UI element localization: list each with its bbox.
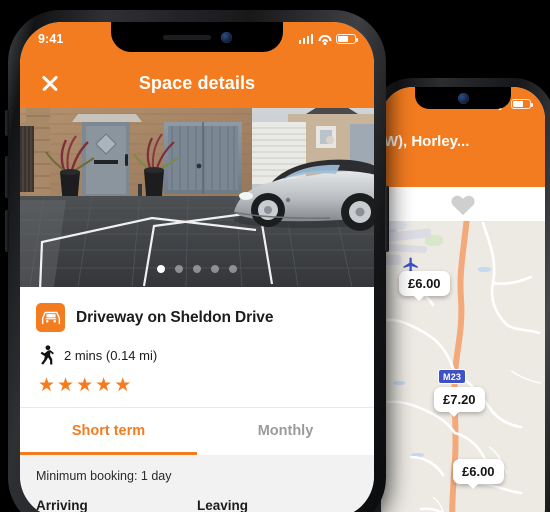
volume-down-button[interactable] — [5, 210, 9, 252]
phone-device-left: 9:41 Space details Driveway on Sheldon D… — [5, 10, 389, 512]
tab-short-term[interactable]: Short term — [20, 408, 197, 455]
wifi-icon — [318, 34, 331, 45]
carousel-dot[interactable] — [157, 265, 165, 273]
walking-person-icon — [40, 345, 54, 365]
carousel-dot[interactable] — [193, 265, 201, 273]
driveway-car-icon — [36, 303, 65, 332]
space-info-card: Driveway on Sheldon Drive 2 mins (0.14 m… — [20, 287, 374, 407]
space-title-row: Driveway on Sheldon Drive — [36, 303, 358, 332]
rating-stars: ★ ★ ★ ★ ★ — [36, 376, 358, 395]
notch-left — [111, 22, 283, 52]
carousel-dot[interactable] — [229, 265, 237, 273]
phone-left-screen: 9:41 Space details Driveway on Sheldon D… — [20, 22, 374, 512]
mute-switch[interactable] — [5, 110, 9, 136]
right-header-title: LGW), Horley... — [381, 133, 470, 150]
status-bar-time: 9:41 — [38, 32, 64, 46]
motorway-badge: M23 — [438, 369, 467, 384]
battery-icon — [511, 99, 534, 109]
earpiece-speaker — [162, 34, 211, 40]
walk-distance-row: 2 mins (0.14 mi) — [36, 345, 358, 365]
power-button[interactable] — [385, 186, 389, 252]
front-camera-icon — [220, 31, 232, 43]
star-icon: ★ — [95, 375, 113, 396]
space-title: Driveway on Sheldon Drive — [76, 308, 274, 326]
page-title: Space details — [138, 73, 256, 93]
battery-icon — [336, 34, 359, 44]
price-pin[interactable]: £6.00 — [399, 271, 450, 301]
arriving-label: Arriving — [36, 498, 88, 512]
booking-type-tabs: Short term Monthly — [20, 407, 374, 455]
booking-column-headers: Arriving Leaving — [36, 498, 358, 512]
right-app-content: LGW), Horley... :00 — [381, 87, 545, 512]
star-icon: ★ — [76, 375, 94, 396]
favourite-bar — [381, 187, 545, 221]
heart-icon[interactable] — [450, 193, 476, 216]
space-photo-carousel[interactable] — [20, 108, 374, 287]
booking-panel: Minimum booking: 1 day Arriving Leaving — [20, 455, 374, 512]
driveway-photo — [20, 108, 374, 287]
walk-distance-text: 2 mins (0.14 mi) — [64, 347, 158, 363]
carousel-dot[interactable] — [211, 265, 219, 273]
signal-bars-icon — [298, 34, 313, 44]
price-pin[interactable]: £6.00 — [453, 459, 504, 489]
map-view[interactable]: M23 £6.00 £7.20 £6.00 — [381, 221, 545, 512]
leaving-label: Leaving — [197, 498, 249, 512]
tab-monthly[interactable]: Monthly — [197, 408, 374, 455]
screenshot-stage: LGW), Horley... :00 — [0, 0, 550, 512]
price-pin[interactable]: £7.20 — [434, 387, 485, 417]
star-icon: ★ — [114, 375, 132, 396]
front-camera-icon — [457, 92, 469, 104]
carousel-dots[interactable] — [157, 265, 237, 273]
star-icon: ★ — [38, 375, 56, 396]
minimum-booking-text: Minimum booking: 1 day — [36, 469, 172, 483]
carousel-dot[interactable] — [175, 265, 183, 273]
notch-right — [415, 87, 511, 109]
phone-right-screen: LGW), Horley... :00 — [381, 87, 545, 512]
volume-up-button[interactable] — [5, 156, 9, 198]
phone-device-right: LGW), Horley... :00 — [370, 78, 550, 512]
star-icon: ★ — [57, 375, 75, 396]
close-icon[interactable] — [36, 69, 64, 97]
